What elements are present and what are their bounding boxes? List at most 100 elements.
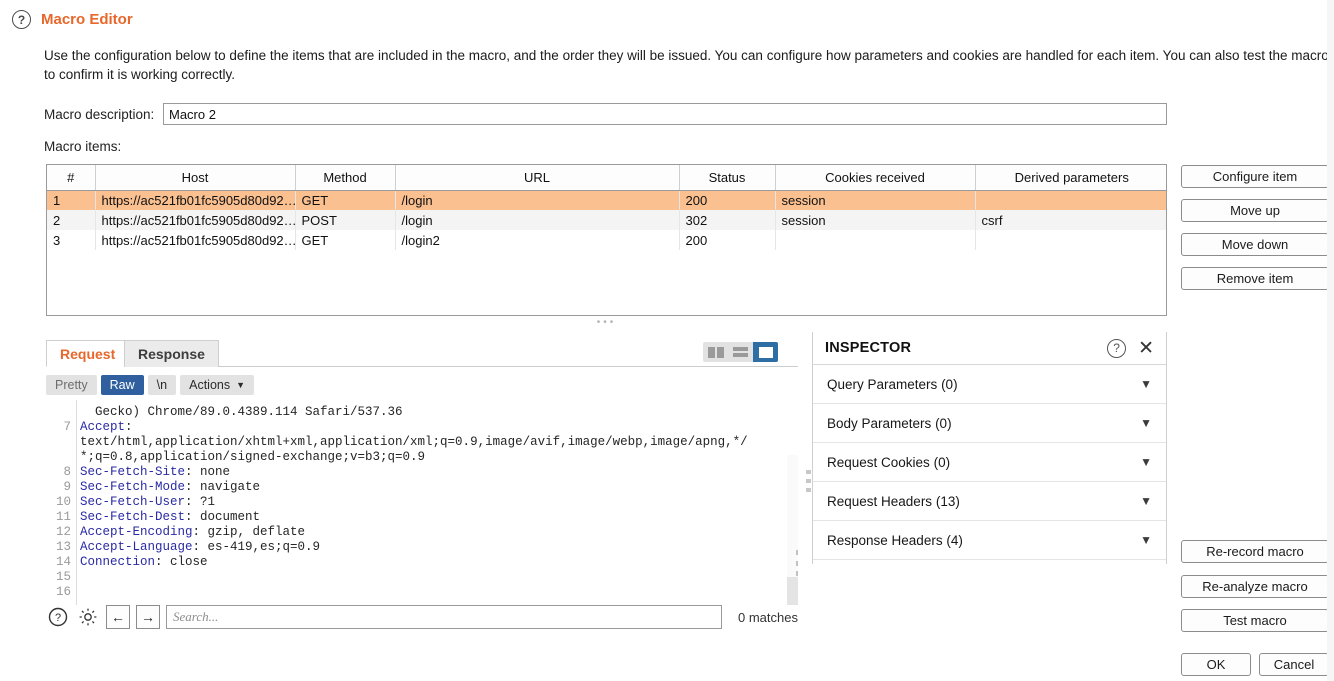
column-header-host[interactable]: Host — [95, 165, 296, 191]
search-bar: ? ← → 0 matches — [46, 603, 801, 631]
table-row[interactable]: 3 https://ac521fb01fc5905d80d92… GET /lo… — [47, 230, 1166, 250]
code-scrollbar-thumb[interactable] — [787, 577, 798, 605]
line-number: 8 — [63, 465, 71, 479]
splitter-grip-icon: ••• — [596, 317, 617, 328]
message-view-controls: Pretty Raw \n Actions ▼ — [46, 375, 255, 395]
macro-description-label: Macro description: — [44, 107, 155, 122]
inspector-section-label: Response Headers (4) — [827, 532, 963, 548]
actions-button[interactable]: Actions ▼ — [180, 375, 255, 395]
close-icon[interactable]: ✕ — [1138, 339, 1154, 358]
header-value: *;q=0.8,application/signed-exchange;v=b3… — [80, 450, 426, 464]
single-pane-icon[interactable] — [753, 342, 778, 362]
column-header-url[interactable]: URL — [395, 165, 680, 191]
inspector-section-response-headers[interactable]: Response Headers (4) ▼ — [813, 521, 1166, 560]
cell-host: https://ac521fb01fc5905d80d92… — [95, 230, 296, 250]
page-title: Macro Editor — [41, 11, 133, 28]
line-number: 15 — [55, 570, 71, 584]
chevron-down-icon: ▼ — [1140, 455, 1152, 469]
inspector-section-body-parameters[interactable]: Body Parameters (0) ▼ — [813, 404, 1166, 443]
column-header-derived[interactable]: Derived parameters — [975, 165, 1166, 191]
help-icon[interactable]: ? — [12, 10, 31, 29]
raw-button[interactable]: Raw — [100, 375, 144, 395]
help-icon[interactable]: ? — [46, 605, 70, 629]
layout-toggle-group[interactable] — [703, 342, 778, 362]
header-value: : — [125, 420, 133, 434]
code-line: Sec-Fetch-User: ?1 — [80, 495, 780, 510]
code-resize-grip[interactable] — [796, 550, 798, 576]
dialog-header: ? Macro Editor — [12, 10, 133, 29]
gear-icon[interactable] — [76, 605, 100, 629]
column-header-num[interactable]: # — [47, 165, 96, 191]
message-code-view[interactable]: 7 8 9 10 11 12 13 14 15 16 Gecko) Chrome/89.0.438… — [46, 400, 798, 605]
code-line: Accept-Encoding: gzip, deflate — [80, 525, 780, 540]
newline-button[interactable]: \n — [147, 375, 177, 395]
search-next-button[interactable]: → — [136, 605, 160, 629]
header-name: Connection — [80, 555, 156, 569]
gutter-divider — [76, 400, 77, 605]
code-line: Accept: — [80, 420, 780, 435]
inspector-resize-grip[interactable] — [806, 470, 811, 492]
tab-response[interactable]: Response — [124, 340, 219, 367]
request-raw-text[interactable]: Gecko) Chrome/89.0.4389.114 Safari/537.3… — [80, 400, 780, 605]
line-number: 7 — [63, 420, 71, 434]
chevron-down-icon: ▼ — [1140, 377, 1152, 391]
header-name: Accept-Encoding — [80, 525, 193, 539]
header-name: Sec-Fetch-Site — [80, 465, 186, 479]
table-row[interactable]: 1 https://ac521fb01fc5905d80d92… GET /lo… — [47, 190, 1166, 210]
tab-request[interactable]: Request — [46, 340, 130, 367]
cell-num: 3 — [47, 230, 96, 250]
chevron-down-icon: ▼ — [1140, 494, 1152, 508]
cell-host: https://ac521fb01fc5905d80d92… — [95, 190, 296, 210]
code-line: Sec-Fetch-Site: none — [80, 465, 780, 480]
inspector-section-request-cookies[interactable]: Request Cookies (0) ▼ — [813, 443, 1166, 482]
code-line: Sec-Fetch-Dest: document — [80, 510, 780, 525]
page-scrollbar[interactable] — [1327, 0, 1334, 681]
stacked-icon[interactable] — [728, 342, 753, 362]
message-editor-panel: Request Response Pretty Raw \n Actions ▼… — [46, 340, 798, 630]
help-icon[interactable]: ? — [1107, 338, 1127, 358]
inspector-section-request-headers[interactable]: Request Headers (13) ▼ — [813, 482, 1166, 521]
table-row[interactable]: 2 https://ac521fb01fc5905d80d92… POST /l… — [47, 210, 1166, 230]
line-number-gutter: 7 8 9 10 11 12 13 14 15 16 — [46, 400, 74, 605]
column-header-cookies[interactable]: Cookies received — [775, 165, 976, 191]
cell-derived — [975, 230, 1166, 250]
ok-button[interactable]: OK — [1181, 653, 1251, 676]
move-up-button[interactable]: Move up — [1181, 199, 1329, 222]
header-value: : ?1 — [185, 495, 216, 509]
line-number: 12 — [55, 525, 71, 539]
line-number — [46, 435, 74, 450]
line-number: 11 — [55, 510, 71, 524]
code-line: Gecko) Chrome/89.0.4389.114 Safari/537.3… — [80, 405, 780, 420]
inspector-section-label: Request Cookies (0) — [827, 454, 951, 470]
search-input[interactable] — [166, 605, 722, 629]
table-header-row: # Host Method URL Status Cookies receive… — [47, 165, 1166, 191]
macro-items-table[interactable]: # Host Method URL Status Cookies receive… — [46, 164, 1167, 316]
re-analyze-macro-button[interactable]: Re-analyze macro — [1181, 575, 1329, 598]
cancel-button[interactable]: Cancel — [1259, 653, 1329, 676]
code-scrollbar[interactable] — [787, 455, 798, 605]
search-prev-button[interactable]: ← — [106, 605, 130, 629]
column-header-status[interactable]: Status — [679, 165, 776, 191]
line-number — [46, 450, 74, 465]
header-name: Sec-Fetch-User — [80, 495, 186, 509]
panel-splitter[interactable]: ••• — [46, 318, 1167, 328]
cell-cookies: session — [775, 190, 976, 210]
side-by-side-icon[interactable] — [703, 342, 728, 362]
inspector-header: INSPECTOR ? ✕ — [813, 332, 1166, 365]
code-line: Connection: close — [80, 555, 780, 570]
header-value: : gzip, deflate — [192, 525, 306, 539]
line-number — [46, 405, 74, 420]
move-down-button[interactable]: Move down — [1181, 233, 1329, 256]
configure-item-button[interactable]: Configure item — [1181, 165, 1329, 188]
header-value: : close — [155, 555, 208, 569]
pretty-button[interactable]: Pretty — [46, 375, 97, 395]
inspector-section-query-parameters[interactable]: Query Parameters (0) ▼ — [813, 365, 1166, 404]
re-record-macro-button[interactable]: Re-record macro — [1181, 540, 1329, 563]
column-header-method[interactable]: Method — [295, 165, 396, 191]
macro-description-input[interactable] — [163, 103, 1167, 125]
remove-item-button[interactable]: Remove item — [1181, 267, 1329, 290]
actions-label: Actions — [189, 378, 231, 392]
inspector-section-label: Request Headers (13) — [827, 493, 960, 509]
test-macro-button[interactable]: Test macro — [1181, 609, 1329, 632]
